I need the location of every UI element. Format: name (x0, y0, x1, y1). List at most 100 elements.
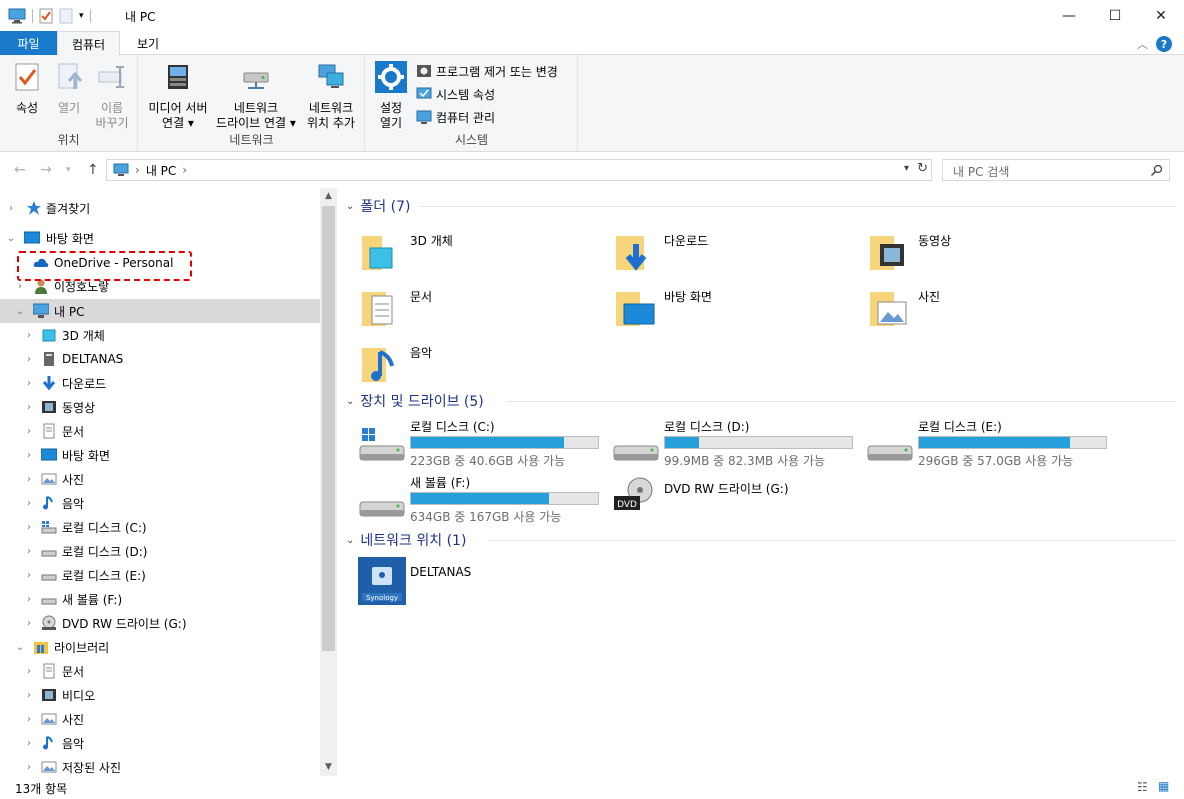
tree-item-child[interactable]: › 저장된 사진 (0, 755, 320, 776)
tree-item-child[interactable]: › 사진 (0, 707, 320, 731)
scrollbar-thumb[interactable] (322, 206, 335, 651)
folder-item[interactable]: 문서 (358, 282, 598, 332)
chevron-right-icon[interactable]: › (24, 618, 34, 629)
search-box[interactable]: 내 PC 검색 (942, 159, 1170, 181)
drive-item[interactable]: 새 볼륨 (F:) 634GB 중 167GB 사용 가능 (358, 474, 608, 524)
chevron-down-icon[interactable]: ⌄ (346, 396, 354, 407)
chevron-right-icon[interactable]: › (24, 522, 34, 533)
tree-item-child[interactable]: › 로컬 디스크 (E:) (0, 563, 320, 587)
chevron-right-icon[interactable]: › (15, 281, 25, 292)
chevron-down-icon[interactable]: ⌄ (346, 201, 354, 212)
tree-item-child[interactable]: › 새 볼륨 (F:) (0, 587, 320, 611)
uninstall-program-button[interactable]: 프로그램 제거 또는 변경 (416, 61, 558, 81)
chevron-down-icon[interactable]: ⌄ (346, 535, 354, 546)
folder-item[interactable]: 3D 개체 (358, 226, 598, 276)
chevron-down-icon[interactable]: ⌄ (6, 233, 16, 244)
breadcrumb-separator-icon[interactable]: › (182, 163, 187, 177)
chevron-right-icon[interactable]: › (24, 498, 34, 509)
back-arrow-icon[interactable]: ← (14, 162, 26, 178)
chevron-right-icon[interactable]: › (24, 354, 34, 365)
tree-item-child[interactable]: › 문서 (0, 659, 320, 683)
scroll-down-icon[interactable]: ▼ (320, 759, 337, 776)
tree-item-favorites[interactable]: › 즐겨찾기 (0, 196, 320, 220)
close-button[interactable]: ✕ (1138, 0, 1184, 31)
drive-item[interactable]: 로컬 디스크 (C:) 223GB 중 40.6GB 사용 가능 (358, 418, 608, 468)
tree-item-child[interactable]: › DVD RW 드라이브 (G:) (0, 611, 320, 635)
chevron-right-icon[interactable]: › (24, 402, 34, 413)
tab-file[interactable]: 파일 (0, 31, 57, 55)
details-view-icon[interactable]: ☷ (1137, 780, 1148, 794)
folder-item[interactable]: 동영상 (866, 226, 1106, 276)
scroll-up-icon[interactable]: ▲ (320, 188, 337, 205)
address-bar[interactable]: › 내 PC › ▾ ↻ (106, 159, 932, 181)
qat-dropdown-icon[interactable]: ▾ (79, 11, 84, 21)
drive-item[interactable]: 로컬 디스크 (D:) 99.9MB 중 82.3MB 사용 가능 (612, 418, 862, 468)
properties-icon[interactable] (39, 8, 53, 24)
folder-item[interactable]: 바탕 화면 (612, 282, 852, 332)
open-button[interactable]: 열기 (52, 61, 86, 116)
large-icons-view-icon[interactable]: ▦ (1158, 779, 1169, 793)
tree-item-child[interactable]: › 동영상 (0, 395, 320, 419)
folder-item[interactable]: 다운로드 (612, 226, 852, 276)
chevron-right-icon[interactable]: › (24, 570, 34, 581)
chevron-right-icon[interactable]: › (24, 666, 34, 677)
chevron-right-icon[interactable]: › (24, 378, 34, 389)
help-icon[interactable]: ? (1156, 36, 1172, 52)
nav-scrollbar[interactable]: ▲ ▼ (320, 188, 337, 776)
chevron-down-icon[interactable]: ⌄ (15, 306, 25, 317)
map-network-drive-button[interactable]: 네트워크 드라이브 연결 ▾ (215, 61, 297, 131)
tree-item-child[interactable]: › 바탕 화면 (0, 443, 320, 467)
section-folders[interactable]: ⌄ 폴더 (7) (346, 195, 410, 217)
media-server-button[interactable]: 미디어 서버 연결 ▾ (145, 61, 211, 131)
chevron-down-icon[interactable]: ⌄ (15, 642, 25, 653)
properties-button[interactable]: 속성 (8, 61, 46, 116)
section-drives[interactable]: ⌄ 장치 및 드라이브 (5) (346, 390, 484, 412)
tree-item-child[interactable]: › 음악 (0, 731, 320, 755)
network-location-deltanas[interactable]: Synology DELTANAS (358, 557, 598, 607)
rename-button[interactable]: 이름 바꾸기 (92, 61, 132, 131)
chevron-right-icon[interactable]: › (24, 594, 34, 605)
chevron-right-icon[interactable]: › (24, 738, 34, 749)
tree-item-child[interactable]: › DELTANAS (0, 347, 320, 371)
tree-item-child[interactable]: › 문서 (0, 419, 320, 443)
drive-item[interactable]: DVD DVD RW 드라이브 (G:) (612, 474, 862, 524)
tab-computer[interactable]: 컴퓨터 (57, 31, 120, 56)
up-arrow-icon[interactable]: ↑ (87, 162, 99, 178)
recent-locations-icon[interactable]: ▾ (66, 165, 71, 175)
collapse-ribbon-icon[interactable]: ︿ (1137, 36, 1148, 52)
search-icon[interactable] (1150, 164, 1163, 177)
chevron-right-icon[interactable]: › (24, 690, 34, 701)
system-properties-button[interactable]: 시스템 속성 (416, 84, 495, 104)
chevron-right-icon[interactable]: › (24, 450, 34, 461)
open-settings-button[interactable]: 설정 열기 (372, 61, 410, 131)
computer-management-button[interactable]: 컴퓨터 관리 (416, 107, 495, 127)
section-network[interactable]: ⌄ 네트워크 위치 (1) (346, 529, 466, 551)
chevron-right-icon[interactable]: › (24, 426, 34, 437)
forward-arrow-icon[interactable]: → (40, 162, 52, 178)
new-folder-icon[interactable] (59, 8, 73, 24)
chevron-right-icon[interactable]: › (24, 762, 34, 773)
chevron-right-icon[interactable]: › (24, 330, 34, 341)
tree-item-this-pc[interactable]: ⌄ 내 PC (0, 299, 320, 323)
tree-item-child[interactable]: › 3D 개체 (0, 323, 320, 347)
breadcrumb-separator-icon[interactable]: › (135, 163, 140, 177)
chevron-right-icon[interactable]: › (24, 546, 34, 557)
chevron-right-icon[interactable]: › (24, 474, 34, 485)
tree-item-child[interactable]: › 사진 (0, 467, 320, 491)
drive-item[interactable]: 로컬 디스크 (E:) 296GB 중 57.0GB 사용 가능 (866, 418, 1116, 468)
maximize-button[interactable]: ☐ (1092, 0, 1138, 31)
add-network-location-button[interactable]: 네트워크 위치 추가 (301, 61, 361, 131)
tree-item-child[interactable]: › 음악 (0, 491, 320, 515)
tree-item-child[interactable]: › 로컬 디스크 (D:) (0, 539, 320, 563)
chevron-right-icon[interactable]: › (6, 203, 16, 214)
tab-view[interactable]: 보기 (127, 31, 169, 55)
refresh-icon[interactable]: ↻ (917, 161, 928, 176)
folder-item[interactable]: 음악 (358, 338, 598, 388)
tree-item-libraries[interactable]: ⌄ 라이브러리 (0, 635, 320, 659)
folder-item[interactable]: 사진 (866, 282, 1106, 332)
tree-item-child[interactable]: › 로컬 디스크 (C:) (0, 515, 320, 539)
tree-item-child[interactable]: › 비디오 (0, 683, 320, 707)
chevron-right-icon[interactable]: › (24, 714, 34, 725)
address-dropdown-icon[interactable]: ▾ (904, 163, 909, 174)
breadcrumb-this-pc[interactable]: 내 PC (146, 162, 176, 179)
